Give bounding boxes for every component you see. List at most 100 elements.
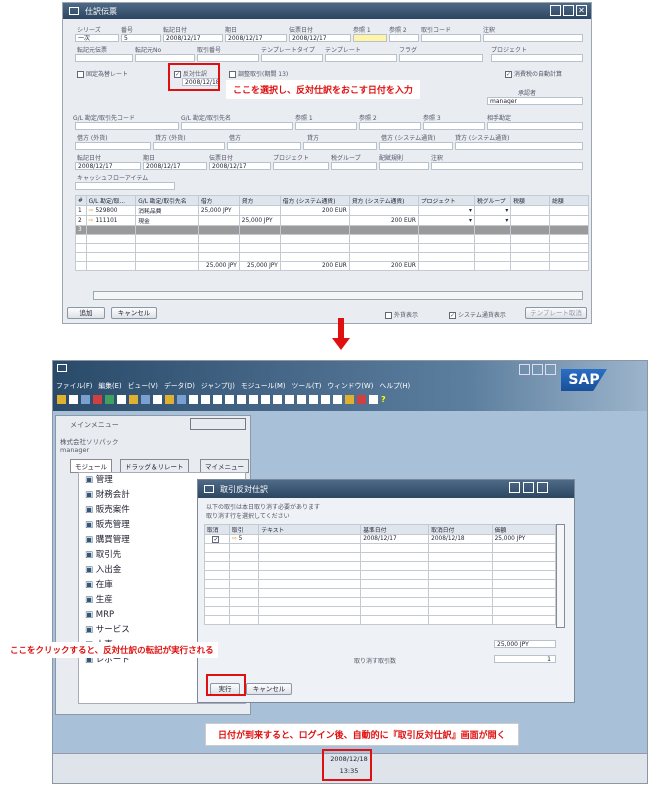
vertical-scrollbar[interactable] bbox=[556, 524, 565, 628]
table-row[interactable] bbox=[204, 561, 557, 571]
s4-remarks-field[interactable] bbox=[431, 162, 583, 170]
main-menu-window-buttons[interactable] bbox=[190, 418, 246, 430]
cell[interactable]: ▾ bbox=[417, 205, 475, 216]
debit-sc-field[interactable] bbox=[379, 142, 453, 150]
toolbar-icon[interactable] bbox=[261, 395, 270, 404]
s4-due-field[interactable]: 2008/12/17 bbox=[143, 162, 207, 170]
minimize-button[interactable] bbox=[519, 364, 530, 375]
toolbar-icon[interactable] bbox=[141, 395, 150, 404]
dialog-cancel-button[interactable]: キャンセル bbox=[246, 683, 292, 695]
cell[interactable]: 現金 bbox=[135, 215, 199, 226]
cell[interactable]: ⇨ 529800 bbox=[85, 205, 137, 216]
gl-name-field[interactable] bbox=[181, 122, 293, 130]
col-header[interactable]: テキスト bbox=[258, 524, 362, 535]
cell[interactable] bbox=[348, 225, 419, 235]
cell[interactable] bbox=[238, 225, 281, 235]
foreign-display-checkbox[interactable]: 外貨表示 bbox=[385, 310, 418, 319]
help-icon[interactable]: ? bbox=[381, 395, 390, 404]
cell[interactable] bbox=[510, 225, 551, 235]
cell[interactable] bbox=[279, 215, 350, 226]
toolbar-icon[interactable] bbox=[81, 395, 90, 404]
cell[interactable]: 25,000 JPY bbox=[197, 205, 240, 216]
toolbar-icon[interactable] bbox=[237, 395, 246, 404]
template-type-field[interactable] bbox=[261, 54, 323, 62]
trans-no-field[interactable] bbox=[197, 54, 259, 62]
auto-tax-checkbox[interactable]: ✓ 消費税の自動計算 bbox=[505, 69, 562, 78]
ref2-field[interactable] bbox=[389, 34, 419, 42]
cell[interactable] bbox=[473, 225, 512, 235]
cell[interactable] bbox=[549, 205, 589, 216]
source-doc-field[interactable] bbox=[75, 54, 133, 62]
posting-date-field[interactable]: 2008/12/17 bbox=[163, 34, 223, 42]
menu-window[interactable]: ウィンドウ(W) bbox=[327, 380, 373, 390]
toolbar-icon[interactable] bbox=[249, 395, 258, 404]
toolbar-icon[interactable] bbox=[69, 395, 78, 404]
table-row[interactable]: ✓ ⇨ 5 2008/12/17 2008/12/18 25,000 JPY bbox=[204, 534, 557, 544]
col-header[interactable]: 借方 bbox=[197, 195, 240, 206]
col-header[interactable]: 取消日付 bbox=[428, 524, 493, 535]
debit-fc-field[interactable] bbox=[75, 142, 151, 150]
cashflow-field[interactable] bbox=[75, 182, 175, 190]
toolbar-icon[interactable] bbox=[189, 395, 198, 404]
col-header[interactable]: 価額 bbox=[491, 524, 557, 535]
col-header[interactable]: G/L 勘定/取... bbox=[85, 195, 137, 206]
cell[interactable]: ▾ bbox=[473, 215, 512, 226]
cell[interactable]: 25,000 JPY bbox=[238, 215, 281, 226]
number-field[interactable]: 5 bbox=[121, 34, 161, 42]
toolbar-icon[interactable] bbox=[117, 395, 126, 404]
table-row[interactable]: 3 bbox=[75, 225, 589, 235]
table-row[interactable] bbox=[204, 552, 557, 562]
cell[interactable]: ⇨ 111101 bbox=[85, 215, 137, 226]
maximize-button[interactable] bbox=[523, 482, 534, 493]
s2-ref3-field[interactable] bbox=[423, 122, 485, 130]
col-header[interactable]: プロジェクト bbox=[417, 195, 475, 206]
tab-drag-relate[interactable]: ドラッグ＆リレート bbox=[120, 459, 189, 473]
cell[interactable] bbox=[279, 225, 350, 235]
fixed-rate-checkbox[interactable]: 固定為替レート bbox=[77, 69, 128, 78]
table-row[interactable] bbox=[204, 588, 557, 598]
remarks-field[interactable] bbox=[483, 34, 583, 42]
toolbar-icon[interactable] bbox=[57, 395, 66, 404]
maximize-button[interactable] bbox=[532, 364, 543, 375]
table-row[interactable] bbox=[204, 579, 557, 589]
ref1-field[interactable] bbox=[353, 34, 387, 42]
credit-field[interactable] bbox=[303, 142, 377, 150]
toolbar-icon[interactable] bbox=[201, 395, 210, 404]
toolbar-icon[interactable] bbox=[345, 395, 354, 404]
cell[interactable] bbox=[549, 215, 589, 226]
col-header[interactable]: 取引 bbox=[228, 524, 260, 535]
gl-code-field[interactable] bbox=[75, 122, 179, 130]
toolbar-icon[interactable] bbox=[105, 395, 114, 404]
horizontal-scrollbar[interactable] bbox=[93, 291, 583, 300]
cell[interactable] bbox=[135, 225, 199, 235]
link-arrow-icon[interactable]: ⇨ bbox=[89, 218, 94, 224]
cell[interactable] bbox=[197, 215, 240, 226]
cell[interactable]: 200 EUR bbox=[279, 205, 350, 216]
col-header[interactable]: 借方 (システム通貨) bbox=[279, 195, 350, 206]
s4-posting-field[interactable]: 2008/12/17 bbox=[75, 162, 141, 170]
cell[interactable]: ⇨ 5 bbox=[228, 534, 260, 544]
s2-ref1-field[interactable] bbox=[295, 122, 357, 130]
link-arrow-icon[interactable]: ⇨ bbox=[232, 536, 237, 542]
cell[interactable] bbox=[510, 205, 551, 216]
toolbar-icon[interactable] bbox=[129, 395, 138, 404]
debit-field[interactable] bbox=[227, 142, 301, 150]
template-cancel-button[interactable]: テンプレート取消 bbox=[525, 307, 587, 319]
menu-tools[interactable]: ツール(T) bbox=[292, 380, 322, 390]
cancel-button[interactable]: キャンセル bbox=[111, 307, 157, 319]
cell[interactable]: ▾ bbox=[473, 205, 512, 216]
close-button[interactable] bbox=[537, 482, 548, 493]
series-field[interactable]: 一次 bbox=[75, 34, 119, 42]
table-row[interactable] bbox=[75, 234, 589, 244]
approver-field[interactable]: manager bbox=[487, 97, 583, 105]
cell[interactable] bbox=[197, 225, 240, 235]
source-no-field[interactable] bbox=[135, 54, 195, 62]
col-header[interactable]: G/L 勘定/取引先名 bbox=[135, 195, 199, 206]
doc-date-field[interactable]: 2008/12/17 bbox=[289, 34, 351, 42]
cell[interactable]: 消耗品費 bbox=[135, 205, 199, 216]
credit-fc-field[interactable] bbox=[153, 142, 225, 150]
col-header[interactable]: 税額 bbox=[510, 195, 551, 206]
menu-data[interactable]: データ(D) bbox=[164, 380, 195, 390]
maximize-button[interactable] bbox=[563, 5, 574, 16]
toolbar-icon[interactable] bbox=[321, 395, 330, 404]
